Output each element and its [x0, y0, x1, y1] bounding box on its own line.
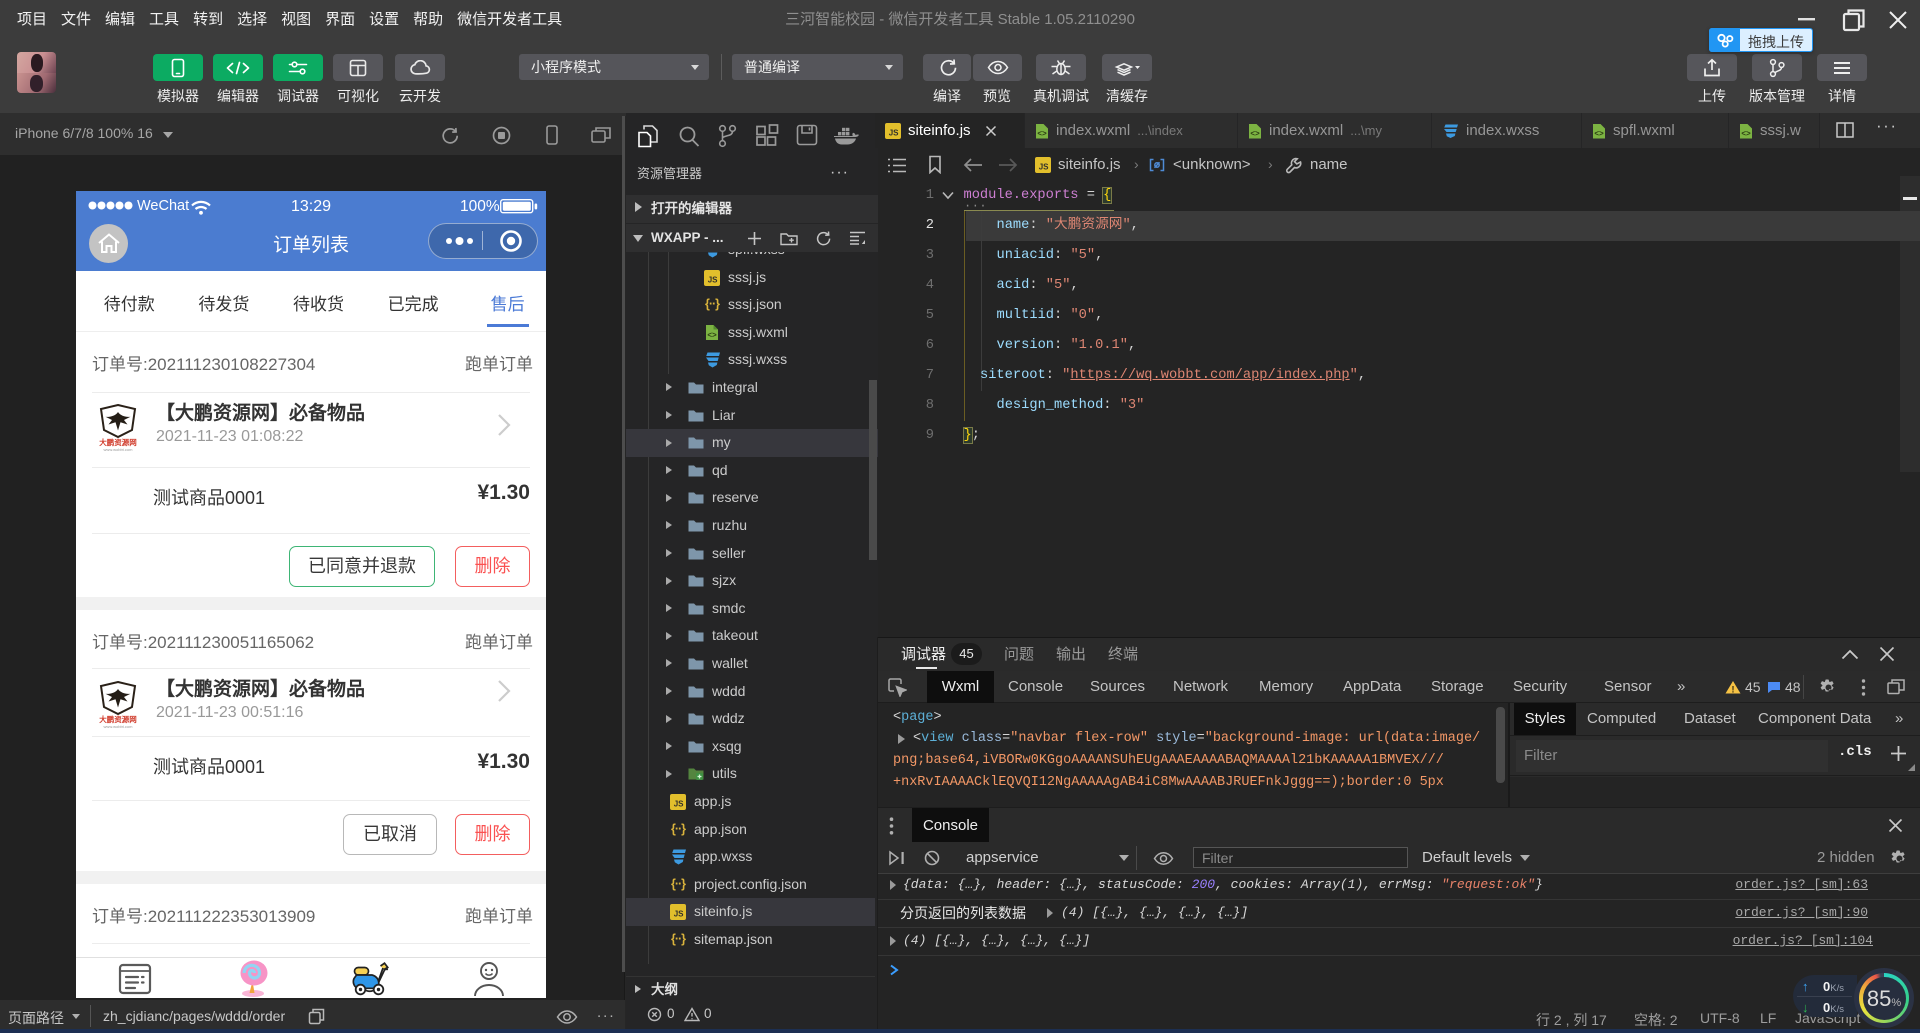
svg-text:JS: JS: [708, 275, 718, 284]
svg-text:JS: JS: [674, 799, 684, 808]
svg-text:www.wobbt.com: www.wobbt.com: [104, 447, 134, 452]
svg-text:大鹏资源网: 大鹏资源网: [99, 714, 137, 724]
svg-text:<>: <>: [707, 330, 717, 339]
svg-text:<>: <>: [1594, 129, 1604, 138]
svg-text:JS: JS: [1039, 163, 1049, 172]
svg-text:<>: <>: [1250, 129, 1260, 138]
svg-text:<>: <>: [1741, 129, 1751, 138]
svg-text:!: !: [1732, 685, 1735, 695]
svg-text:www.wobbt.com: www.wobbt.com: [104, 724, 134, 729]
svg-text:JS: JS: [889, 128, 899, 137]
svg-text:<>: <>: [1037, 129, 1047, 138]
svg-text:大鹏资源网: 大鹏资源网: [99, 437, 137, 447]
svg-text:JS: JS: [674, 910, 684, 919]
